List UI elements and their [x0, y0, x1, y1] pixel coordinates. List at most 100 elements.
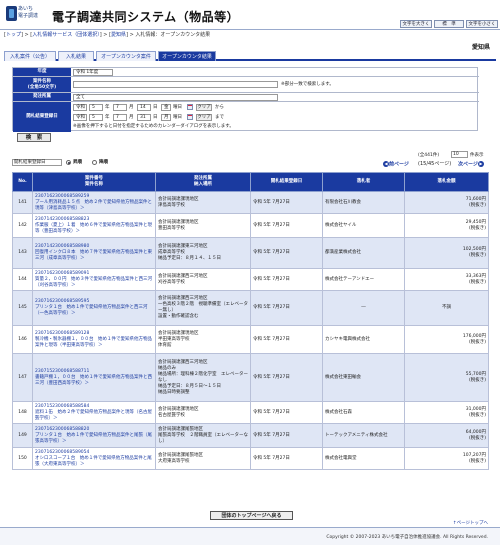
case-name-input[interactable]: [73, 81, 278, 88]
to-year-input[interactable]: 5: [89, 114, 103, 121]
year-select[interactable]: 令和 1年度: [73, 69, 113, 76]
next-page-link[interactable]: 次ページ▶: [458, 161, 484, 169]
cell-winner: 株式会社東田輸会: [322, 353, 405, 402]
case-name-link[interactable]: 遮料１缶 始め２件で愛知県他方物品案件と現等（名古屋聾学校）＞: [35, 410, 153, 422]
tab-open-counter-case[interactable]: オープンカウンタ案件: [96, 51, 156, 61]
cell-dept: 会計局調達課東三河地区 成章高等学校 納品予定日：８月１４、１５日: [155, 237, 251, 269]
cell-winner: 有限会社石川教会: [322, 191, 405, 214]
prev-page-link[interactable]: ◀前ページ: [383, 161, 409, 169]
cell-case: 2307162300068589054 オシロスコープ１台 始め１件で愛知県他方物…: [32, 447, 156, 470]
cell-date: 令和 5年 7月27日: [250, 353, 323, 402]
cell-date: 令和 5年 7月27日: [250, 447, 323, 470]
cell-dept: 会計局調達課現地区 名古屋聾学校: [155, 401, 251, 424]
from-month-input[interactable]: 7: [113, 104, 127, 111]
from-calendar-icon[interactable]: [187, 104, 193, 110]
case-name-link[interactable]: プリンタ１台 始め１件で愛知県他方物品案件と尾張（尾張高等学校）＞: [35, 433, 153, 445]
cell-no: 144: [12, 268, 33, 291]
next-arrow-icon: ▶: [477, 161, 484, 167]
table-row: 145 2307162300068589595 プリンタ１台 始め１件で愛知県他方物…: [12, 290, 489, 326]
tab-bid-result[interactable]: 入札結果: [58, 51, 94, 61]
breadcrumb-current: 入札情報：オープンカウンタ結果: [135, 32, 211, 38]
cell-date: 令和 5年 7月27日: [250, 325, 323, 354]
prev-page-label: 前ページ: [389, 161, 409, 168]
result-date-label: 開札結果登録日: [13, 102, 71, 132]
search-form: 年度 令和 1年度 案件名称 (全角50文字) ※部分一致で検索します。 発注所…: [12, 67, 479, 132]
cell-date: 令和 5年 7月27日: [250, 268, 323, 291]
tab-bid-notice[interactable]: 入札案件（公告）: [4, 51, 56, 61]
case-name-link[interactable]: オシロスコープ１台 始め１件で愛知県他方物品案件と尾張（大府東高等学校）＞: [35, 456, 153, 468]
results-table: No. 案件番号 案件名称 発注所属 納入場所 開札結果登録日 落札者 落札金額…: [12, 172, 489, 470]
font-standard-button[interactable]: 標 準: [434, 20, 464, 28]
cell-winner: 株式会社石森: [322, 401, 405, 424]
department-select[interactable]: 全て: [73, 94, 278, 101]
case-name-link[interactable]: プール用消耗品１５点 始め２件で愛知県他方物品案件と現等（津島高等学校）＞: [35, 200, 153, 212]
case-name-link[interactable]: プリンタ１台 始め１件で愛知県他方物品案件と西三河（一色高等学校）＞: [35, 305, 153, 317]
tab-bar: 入札案件（公告） 入札結果 オープンカウンタ案件 オープンカウンタ結果: [4, 51, 496, 61]
search-row-case: 案件名称 (全角50文字) ※部分一致で検索します。: [13, 77, 479, 93]
tab-open-counter-result[interactable]: オープンカウンタ結果: [158, 51, 216, 61]
cell-dept: 会計局調達課現地区 半田東高等学校 体育館: [155, 325, 251, 354]
sort-desc-radio[interactable]: [92, 160, 97, 165]
cell-amount: 71,600円 (税抜き): [404, 191, 489, 214]
from-weekday: 金: [161, 104, 171, 111]
cell-winner: 株式会社テーアンドエー: [322, 268, 405, 291]
table-header-row: No. 案件番号 案件名称 発注所属 納入場所 開札結果登録日 落札者 落札金額: [12, 172, 489, 192]
year-label: 年度: [13, 68, 71, 76]
cell-winner: トーテックアメニティ株式会社: [322, 423, 405, 448]
system-title: 電子調達共同システム（物品等）: [52, 10, 240, 24]
to-calendar-icon[interactable]: [187, 114, 193, 120]
cell-amount: 64,000円 (税抜き): [404, 423, 489, 448]
cell-dept: 会計局調達課尾張地区 尾張高等学校 ２階職員室（エレベーターなし）: [155, 423, 251, 448]
breadcrumb: [トップ] > [入札情報サービス（団体選択）] > [愛知県] > 入札情報：…: [4, 32, 211, 38]
from-day-input[interactable]: 14: [137, 104, 151, 111]
font-large-button[interactable]: 文字を大きく: [400, 20, 432, 28]
to-clear-button[interactable]: クリア: [196, 114, 212, 121]
sort-asc-radio[interactable]: [66, 160, 71, 165]
cell-amount: 31,000円 (税抜き): [404, 401, 489, 424]
case-name-link[interactable]: 書籍戸棚１，００台 始め１件で愛知県他方物品案件と西三河（豊田西高等学校）＞: [35, 375, 153, 387]
logo-text: あいち 電子調達: [18, 6, 38, 20]
cell-date: 令和 5年 7月27日: [250, 290, 323, 326]
table-row: 141 2307162300068589259 プール用消耗品１５点 始め２件で愛知…: [12, 191, 489, 214]
from-clear-button[interactable]: クリア: [196, 104, 212, 111]
header-date: 開札結果登録日: [250, 172, 323, 192]
case-name-link[interactable]: 回復用インクロ８本 始め７件で愛知県他方物品案件と東三河（成章高等学校）＞: [35, 250, 153, 262]
back-to-top-button[interactable]: 団体のトップページへ戻る: [210, 511, 293, 520]
search-button[interactable]: 検 索: [17, 133, 51, 142]
header-winner: 落札者: [322, 172, 405, 192]
logo-line2: 電子調達: [18, 13, 39, 19]
to-era-select[interactable]: 令和: [73, 114, 87, 121]
breadcrumb-pref-link[interactable]: 愛知県: [111, 32, 126, 38]
sort-field-select[interactable]: 開札結果登録日: [12, 159, 62, 166]
breadcrumb-service-link[interactable]: 入札情報サービス（団体選択）: [32, 32, 100, 38]
cell-no: 148: [12, 401, 33, 424]
from-weekday-unit: 曜日: [173, 105, 182, 110]
cell-no: 145: [12, 290, 33, 326]
case-name-link[interactable]: 作業服（夏上）１着 始め６件で愛知県他方物品案件と現等（豊田高等学校）＞: [35, 223, 153, 235]
from-year-input[interactable]: 5: [89, 104, 103, 111]
breadcrumb-top-link[interactable]: トップ: [6, 32, 21, 38]
cell-no: 150: [12, 447, 33, 470]
to-weekday-unit: 曜日: [173, 115, 182, 120]
cell-no: 147: [12, 353, 33, 402]
table-row: 147 2307152300068588711 書籍戸棚１，００台 始め１件で愛知県…: [12, 353, 489, 402]
table-row: 148 2307152300068588584 遮料１缶 始め２件で愛知県他方物品案…: [12, 401, 489, 424]
from-era-select[interactable]: 令和: [73, 104, 87, 111]
cell-amount: 107,207円 (税抜き): [404, 447, 489, 470]
page-top-link[interactable]: ↑ページトップへ: [453, 520, 488, 526]
to-day-input[interactable]: 31: [137, 114, 151, 121]
case-name-link[interactable]: 質量２，００円 始め３件で愛知県他方物品案件と西三河（刈谷高等学校）＞: [35, 277, 153, 289]
per-page-select[interactable]: 10: [451, 151, 468, 158]
header-case: 案件番号 案件名称: [32, 172, 156, 192]
cell-amount: 33,363円 (税抜き): [404, 268, 489, 291]
font-small-button[interactable]: 文字を小さく: [466, 20, 498, 28]
table-row: 143 2307142300068588980 回復用インクロ８本 始め７件で愛知県…: [12, 237, 489, 269]
case-name-label: 案件名称 (全角50文字): [13, 77, 71, 92]
case-name-link[interactable]: 製冷機・製氷器棚１，００台 始め１件で愛知県他方物品案件と現等（半田東高等学校）…: [35, 337, 153, 349]
cell-case: 2307152300068588711 書籍戸棚１，００台 始め１件で愛知県他方物…: [32, 353, 156, 402]
cell-amount: 102,500円 (税抜き): [404, 237, 489, 269]
to-month-input[interactable]: 7: [113, 114, 127, 121]
cell-winner: ―: [322, 290, 405, 326]
cell-case: 2307162300068588820 プリンタ１台 始め１件で愛知県他方物品案件…: [32, 423, 156, 448]
logo-icon: [6, 6, 17, 21]
